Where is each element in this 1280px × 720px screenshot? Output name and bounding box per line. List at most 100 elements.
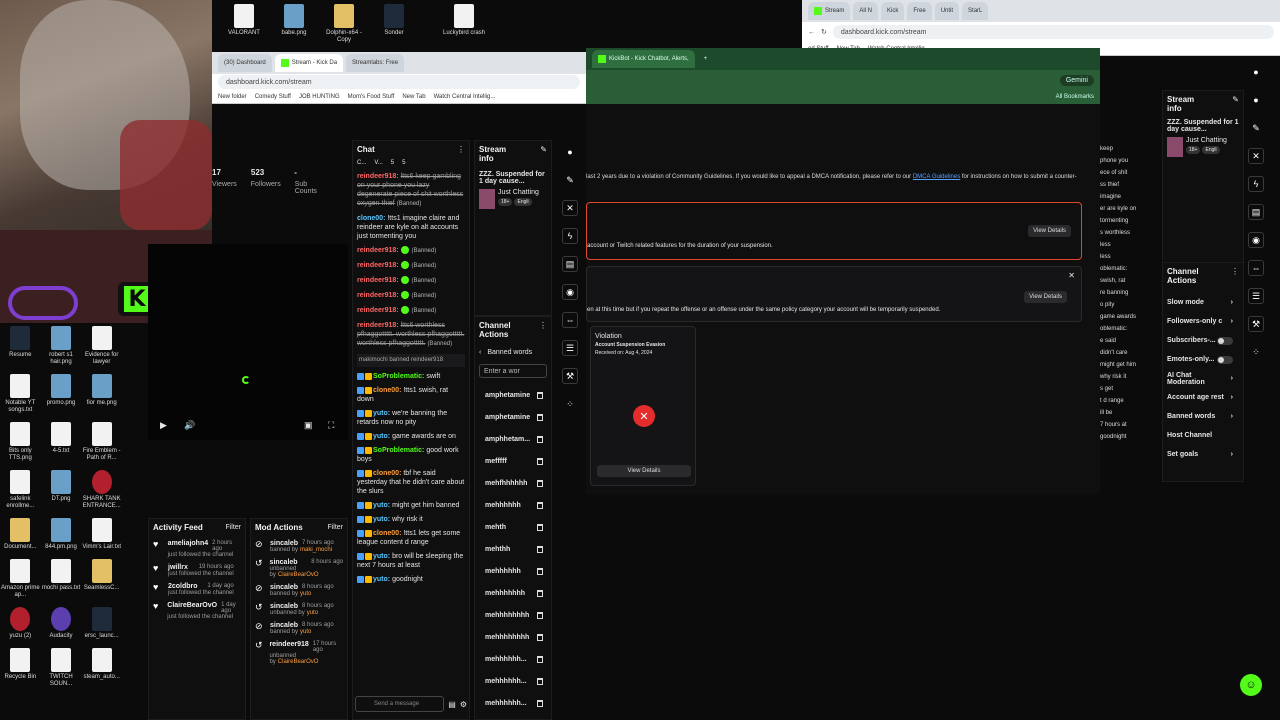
gemini-button[interactable]: Gemini (1059, 74, 1094, 86)
chat-message[interactable]: reindeer918: (Banned) (357, 261, 465, 271)
chat-username[interactable]: yuto: (373, 410, 390, 417)
follower-name[interactable]: jwillrx (168, 564, 188, 571)
desktop-icon[interactable]: TWITCH SOUN... (41, 648, 82, 688)
desktop-icon[interactable]: Audacity (41, 607, 82, 640)
trash-icon[interactable] (537, 501, 543, 509)
desktop-icon[interactable]: VALORANT (222, 4, 266, 44)
volume-icon[interactable]: 🔊 (184, 420, 195, 431)
chat-username[interactable]: SoProblematic: (373, 447, 424, 454)
desktop-icon[interactable]: Dolphin-x64 - Copy (322, 4, 366, 44)
desktop-icon[interactable]: SeamlessC... (81, 559, 122, 599)
desktop-icon[interactable]: 844.pm.png (41, 518, 82, 551)
play-icon[interactable]: ▶ (160, 420, 167, 431)
chat-username[interactable]: reindeer918: (357, 292, 399, 299)
tab-stream[interactable]: Stream - Kick Da (274, 54, 344, 72)
address-field[interactable]: dashboard.kick.com/stream (832, 25, 1274, 39)
back-icon[interactable]: ← (808, 29, 815, 36)
chat-message[interactable]: reindeer918: (Banned) (357, 306, 465, 316)
desktop-icon[interactable]: fior me.png (81, 374, 122, 414)
desktop-icon[interactable]: Sonder (372, 4, 416, 44)
dots-icon[interactable]: ⁘ (1248, 344, 1264, 360)
trash-icon[interactable] (537, 391, 543, 399)
chat-message[interactable]: reindeer918: ltts6 worthless pfhaggotttt… (357, 321, 465, 349)
channel-action-row[interactable]: Emotes-only... (1167, 350, 1239, 369)
desktop-icon[interactable]: Notable YT songs.txt (0, 374, 41, 414)
toggle-switch[interactable] (1217, 336, 1233, 345)
trash-icon[interactable] (537, 435, 543, 443)
trash-icon[interactable] (537, 677, 543, 685)
chat-username[interactable]: reindeer918: (357, 322, 399, 329)
chat-message[interactable]: reindeer918: (Banned) (357, 246, 465, 256)
view-details-button[interactable]: View Details (1028, 225, 1071, 237)
chat-message[interactable]: yuto: why risk it (357, 515, 465, 524)
trash-icon[interactable] (537, 611, 543, 619)
layers-icon[interactable]: ☰ (562, 340, 578, 356)
help-icon[interactable]: ● (1248, 92, 1264, 108)
moderator-name[interactable]: ClaireBearOvO (278, 572, 319, 578)
desktop-icon[interactable]: 4-5.txt (41, 422, 82, 462)
channel-action-row[interactable]: AI Chat Moderation › (1167, 369, 1239, 388)
channel-action-row[interactable]: Followers-only c › (1167, 312, 1239, 331)
desktop-icon[interactable]: SHARK TANK ENTRANCE... (81, 470, 122, 510)
edit-icon[interactable]: ✎ (1232, 95, 1239, 113)
target-user[interactable]: sincaleb (270, 622, 298, 629)
trash-icon[interactable] (537, 523, 543, 531)
desktop-icon[interactable]: promo.png (41, 374, 82, 414)
desktop-icon[interactable]: Bits only TTS.png (0, 422, 41, 462)
new-tab-icon[interactable]: + (704, 56, 708, 62)
chat-message[interactable]: reindeer918: ltts6 keep gambling on your… (357, 172, 465, 209)
help-icon[interactable]: ● (562, 144, 578, 160)
lightning-icon[interactable]: ϟ (562, 228, 578, 244)
tab[interactable]: Kick (881, 2, 905, 20)
target-user[interactable]: sincaleb (270, 540, 298, 547)
edit-icon[interactable]: ✎ (540, 145, 547, 163)
chat-message[interactable]: SoProblematic: good work boys (357, 446, 465, 464)
chat-bubble-icon[interactable]: ◉ (1248, 232, 1264, 248)
channel-action-row[interactable]: Account age rest › (1167, 388, 1239, 407)
moderator-name[interactable]: maki_mochi (300, 547, 332, 553)
desktop-icon[interactable]: robert s1 hair.png (41, 326, 82, 366)
close-icon[interactable]: ✕ (1068, 271, 1075, 280)
desktop-icon[interactable]: babe.png (272, 4, 316, 44)
tab[interactable]: StarL (962, 2, 989, 20)
trash-icon[interactable] (537, 699, 543, 707)
chat-message[interactable]: yuto: goodnight (357, 575, 465, 584)
desktop-icon[interactable]: Evidence for lawyer (81, 326, 122, 366)
dots-icon[interactable]: ⁘ (562, 396, 578, 412)
trash-icon[interactable] (537, 589, 543, 597)
chat-username[interactable]: reindeer918: (357, 247, 399, 254)
desktop-icon[interactable]: safelink enrollme... (0, 470, 41, 510)
chat-message[interactable]: clone00: !tts1 lets get some league cont… (357, 529, 465, 547)
close-icon[interactable]: ✕ (562, 200, 578, 216)
chat-username[interactable]: yuto: (373, 553, 390, 560)
pip-icon[interactable]: ▣ (304, 420, 313, 431)
chat-message[interactable]: SoProblematic: swift (357, 372, 465, 381)
trash-icon[interactable] (537, 567, 543, 575)
chat-message[interactable]: yuto: we're banning the retards now no p… (357, 409, 465, 427)
moderator-name[interactable]: yuto (300, 591, 311, 597)
settings-gear-icon[interactable]: ⚙ (460, 700, 467, 709)
target-user[interactable]: reindeer918 (269, 641, 308, 653)
chat-message[interactable]: clone00: !tts1 swish, rat down (357, 386, 465, 404)
toggle-switch[interactable] (1217, 355, 1233, 364)
more-icon[interactable]: ⋮ (539, 321, 547, 339)
chat-bubble-icon[interactable]: ◉ (562, 284, 578, 300)
tab[interactable]: Untit (934, 2, 960, 20)
chat-username[interactable]: clone00: (373, 470, 401, 477)
channel-action-row[interactable]: Banned words › (1167, 407, 1239, 426)
chat-username[interactable]: reindeer918: (357, 277, 399, 284)
channel-action-row[interactable]: Host Channel (1167, 426, 1239, 445)
reload-icon[interactable]: ↻ (821, 28, 827, 36)
wrench-icon[interactable]: ⚒ (1248, 316, 1264, 332)
arrows-icon[interactable]: ⇔ (562, 312, 578, 328)
desktop-icon[interactable]: Amazon prime ap... (0, 559, 41, 599)
more-icon[interactable]: ⋮ (457, 145, 465, 154)
recycle-bin-icon[interactable]: Recycle Bin (0, 648, 41, 688)
chat-message[interactable]: reindeer918: (Banned) (357, 291, 465, 301)
chat-message[interactable]: reindeer918: (Banned) (357, 276, 465, 286)
support-chat-icon[interactable]: ☺ (1240, 674, 1262, 696)
activity-filter-button[interactable]: Filter (225, 524, 241, 531)
clipboard-icon[interactable]: ▤ (562, 256, 578, 272)
chat-message[interactable]: clone00: tbf he said yesterday that he d… (357, 469, 465, 496)
layers-icon[interactable]: ☰ (1248, 288, 1264, 304)
